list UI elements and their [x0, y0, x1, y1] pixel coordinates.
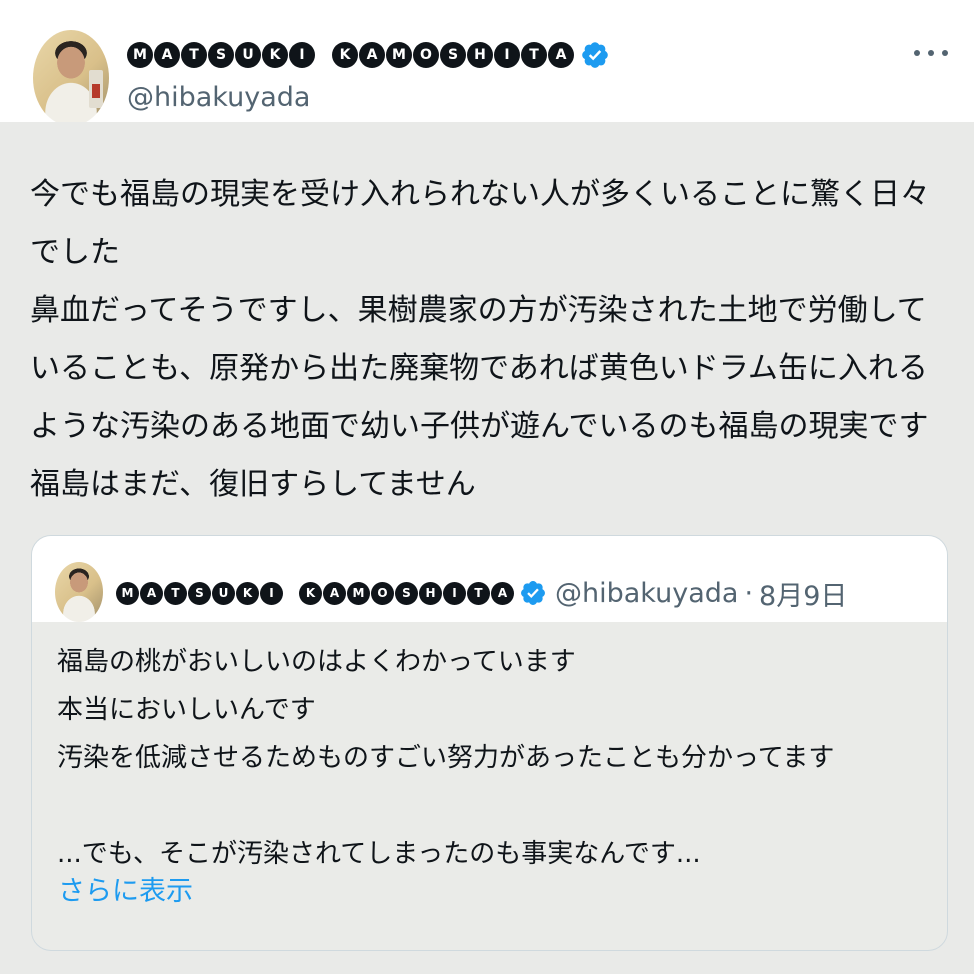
- name-letter-i: I: [443, 581, 466, 605]
- quoted-author-row: MATSUKIKAMOSHITA @hibakuyada · 8月9日: [116, 574, 847, 613]
- author-handle[interactable]: @hibakuyada: [127, 82, 310, 113]
- author-display-name[interactable]: MATSUKIKAMOSHITA: [127, 42, 575, 68]
- name-letter-u: U: [212, 581, 235, 605]
- quoted-text-line: 本当においしいんです: [57, 695, 316, 725]
- name-letter-o: O: [413, 42, 439, 68]
- tweet-text-line: ような汚染のある地面で幼い子供が遊んでいるのも福島の現実です: [30, 409, 929, 444]
- name-letter-a: A: [491, 581, 514, 605]
- name-letter-t: T: [521, 42, 547, 68]
- name-letter-s: S: [440, 42, 466, 68]
- meta-separator: ·: [744, 577, 754, 609]
- name-letter-m: M: [347, 581, 370, 605]
- author-name[interactable]: MATSUKIKAMOSHITA: [127, 37, 610, 73]
- tweet-text-line: 今でも福島の現実を受け入れられない人が多くいることに驚く日々: [30, 177, 930, 212]
- quoted-text-line: 福島の桃がおいしいのはよくわかっています: [57, 647, 576, 677]
- tweet-body: 今でも福島の現実を受け入れられない人が多くいることに驚く日々 でした 鼻血だって…: [0, 122, 974, 974]
- name-letter-h: H: [419, 581, 442, 605]
- quoted-author-avatar[interactable]: [55, 562, 103, 622]
- name-letter-m: M: [386, 42, 412, 68]
- name-letter-m: M: [127, 42, 153, 68]
- quoted-tweet[interactable]: MATSUKIKAMOSHITA @hibakuyada · 8月9日 福島の桃…: [31, 535, 948, 951]
- author-avatar[interactable]: [33, 30, 109, 126]
- name-letter-k: K: [262, 42, 288, 68]
- show-more-link[interactable]: さらに表示: [58, 869, 193, 908]
- name-letter-i: I: [494, 42, 520, 68]
- name-letter-a: A: [359, 42, 385, 68]
- name-letter-u: U: [235, 42, 261, 68]
- more-options-icon[interactable]: [914, 40, 948, 66]
- name-letter-t: T: [164, 581, 187, 605]
- name-letter-h: H: [467, 42, 493, 68]
- verified-badge-icon: [521, 581, 545, 605]
- name-letter-a: A: [323, 581, 346, 605]
- tweet-text-line: いることも、原発から出た廃棄物であれば黄色いドラム缶に入れる: [30, 351, 928, 386]
- name-letter-t: T: [181, 42, 207, 68]
- name-letter-i: I: [289, 42, 315, 68]
- name-letter-a: A: [154, 42, 180, 68]
- tweet-header: MATSUKIKAMOSHITA @hibakuyada: [0, 0, 974, 126]
- quoted-text-line: 汚染を低減させるためものすごい努力があったことも分かってます: [57, 743, 835, 773]
- quoted-tweet-text: 福島の桃がおいしいのはよくわかっています 本当においしいんです 汚染を低減させる…: [57, 638, 834, 878]
- name-letter-s: S: [188, 581, 211, 605]
- name-letter-s: S: [395, 581, 418, 605]
- quoted-tweet-date[interactable]: 8月9日: [759, 574, 847, 613]
- quoted-author-handle[interactable]: @hibakuyada: [555, 578, 738, 609]
- tweet-text: 今でも福島の現実を受け入れられない人が多くいることに驚く日々 でした 鼻血だって…: [30, 166, 945, 514]
- tweet-text-line: でした: [30, 235, 120, 270]
- name-letter-a: A: [140, 581, 163, 605]
- name-letter-k: K: [236, 581, 259, 605]
- quoted-tweet-header: MATSUKIKAMOSHITA @hibakuyada · 8月9日: [32, 536, 947, 622]
- name-letter-o: O: [371, 581, 394, 605]
- name-letter-t: T: [467, 581, 490, 605]
- tweet-text-line: 福島はまだ、復旧すらしてません: [30, 467, 476, 502]
- name-letter-k: K: [299, 581, 322, 605]
- verified-badge-icon: [582, 42, 608, 68]
- name-letter-k: K: [332, 42, 358, 68]
- quoted-text-line: [57, 782, 834, 830]
- name-letter-i: I: [260, 581, 283, 605]
- name-letter-m: M: [116, 581, 139, 605]
- tweet-text-line: 鼻血だってそうですし、果樹農家の方が汚染された土地で労働して: [30, 293, 927, 328]
- quoted-author-display-name[interactable]: MATSUKIKAMOSHITA: [116, 581, 515, 605]
- name-letter-a: A: [548, 42, 574, 68]
- name-letter-s: S: [208, 42, 234, 68]
